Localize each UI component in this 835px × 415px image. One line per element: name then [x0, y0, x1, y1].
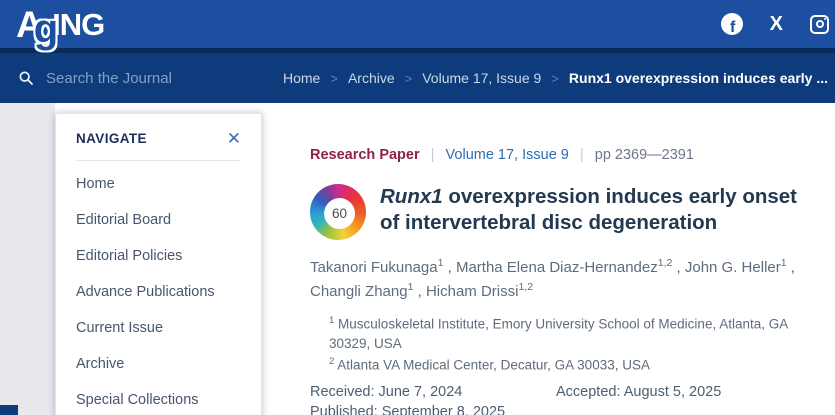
received-date: Received: June 7, 2024 — [310, 384, 556, 400]
issue-link[interactable]: Volume 17, Issue 9 — [446, 147, 569, 163]
facebook-icon[interactable]: f — [721, 13, 743, 35]
altmetric-badge[interactable]: 60 — [310, 184, 366, 240]
instagram-lens — [816, 20, 824, 28]
breadcrumb-item[interactable]: Runx1 overexpression induces early ... — [569, 70, 828, 86]
author-name: Changli Zhang1 — [310, 283, 413, 300]
author-name: Martha Elena Diaz-Hernandez1,2 — [456, 259, 672, 276]
author-name: Hicham Drissi1,2 — [426, 283, 533, 300]
author-list: Takanori Fukunaga1 , Martha Elena Diaz-H… — [310, 255, 815, 304]
article-meta-row: Research Paper | Volume 17, Issue 9 | pp… — [310, 146, 820, 163]
breadcrumb-separator-icon: > — [551, 71, 559, 86]
sidebar-header: NAVIGATE ✕ — [76, 130, 241, 161]
sidebar-item-archive[interactable]: Archive — [76, 341, 241, 377]
breadcrumb: Home > Archive > Volume 17, Issue 9 > Runx1 ov… — [283, 70, 828, 86]
article-title-rest: overexpression induces early onset of in… — [380, 185, 797, 234]
article-title: Runx1 overexpression induces early onset… — [380, 184, 820, 236]
left-gutter — [0, 103, 55, 415]
article-main: Research Paper | Volume 17, Issue 9 | pp… — [310, 103, 820, 415]
social-links: f X — [721, 13, 825, 35]
article-title-gene: Runx1 — [380, 185, 443, 208]
logo-letter: ING — [52, 9, 104, 40]
navbar: Home > Archive > Volume 17, Issue 9 > Runx1 ov… — [0, 53, 835, 103]
sidebar-item-advance-publications[interactable]: Advance Publications — [76, 269, 241, 305]
breadcrumb-item[interactable]: Volume 17, Issue 9 — [422, 70, 541, 86]
logo-letter: g — [34, 9, 58, 49]
breadcrumb-separator-icon: > — [330, 71, 338, 86]
sidebar-item-editorial-policies[interactable]: Editorial Policies — [76, 233, 241, 269]
top-header: A g ING f X — [0, 0, 835, 48]
published-date: Published: September 8, 2025 — [310, 404, 556, 415]
title-row: 60 Runx1 overexpression induces early on… — [310, 184, 820, 240]
sidebar-item-special-collections[interactable]: Special Collections — [76, 377, 241, 413]
accepted-date: Accepted: August 5, 2025 — [556, 384, 820, 400]
search-box[interactable] — [0, 70, 283, 87]
sidebar-title: NAVIGATE — [76, 131, 147, 146]
breadcrumb-separator-icon: > — [405, 71, 413, 86]
affiliation-list: 1 Musculoskeletal Institute, Emory Unive… — [329, 314, 819, 376]
close-icon[interactable]: ✕ — [227, 130, 241, 147]
sidebar-item-editorial-board[interactable]: Editorial Board — [76, 197, 241, 233]
pages-label: pp 2369—2391 — [595, 147, 694, 163]
instagram-icon[interactable] — [810, 15, 829, 34]
affiliation-item: 2 Atlanta VA Medical Center, Decatur, GA… — [329, 355, 819, 376]
bottom-corner-overlay — [0, 405, 18, 415]
altmetric-score: 60 — [324, 198, 355, 229]
article-dates: Received: June 7, 2024 Accepted: August … — [310, 384, 820, 415]
affiliation-item: 1 Musculoskeletal Institute, Emory Unive… — [329, 314, 819, 355]
sidebar-item-current-issue[interactable]: Current Issue — [76, 305, 241, 341]
author-name: Takanori Fukunaga1 — [310, 259, 443, 276]
sidebar-items: HomeEditorial BoardEditorial PoliciesAdv… — [76, 161, 241, 413]
search-icon — [18, 70, 34, 86]
meta-separator: | — [431, 146, 435, 163]
sidebar-item-home[interactable]: Home — [76, 161, 241, 197]
breadcrumb-item[interactable]: Home — [283, 70, 320, 86]
instagram-dot — [824, 18, 827, 21]
navigate-sidebar: NAVIGATE ✕ HomeEditorial BoardEditorial … — [55, 113, 262, 415]
author-name: John G. Heller1 — [685, 259, 787, 276]
page-body: NAVIGATE ✕ HomeEditorial BoardEditorial … — [0, 103, 835, 415]
breadcrumb-item[interactable]: Archive — [348, 70, 395, 86]
article-type-label[interactable]: Research Paper — [310, 147, 420, 163]
facebook-f-glyph: f — [730, 20, 735, 35]
meta-separator: | — [580, 146, 584, 163]
x-twitter-icon[interactable]: X — [770, 14, 783, 34]
journal-logo[interactable]: A g ING — [16, 0, 104, 48]
search-input[interactable] — [46, 70, 226, 87]
